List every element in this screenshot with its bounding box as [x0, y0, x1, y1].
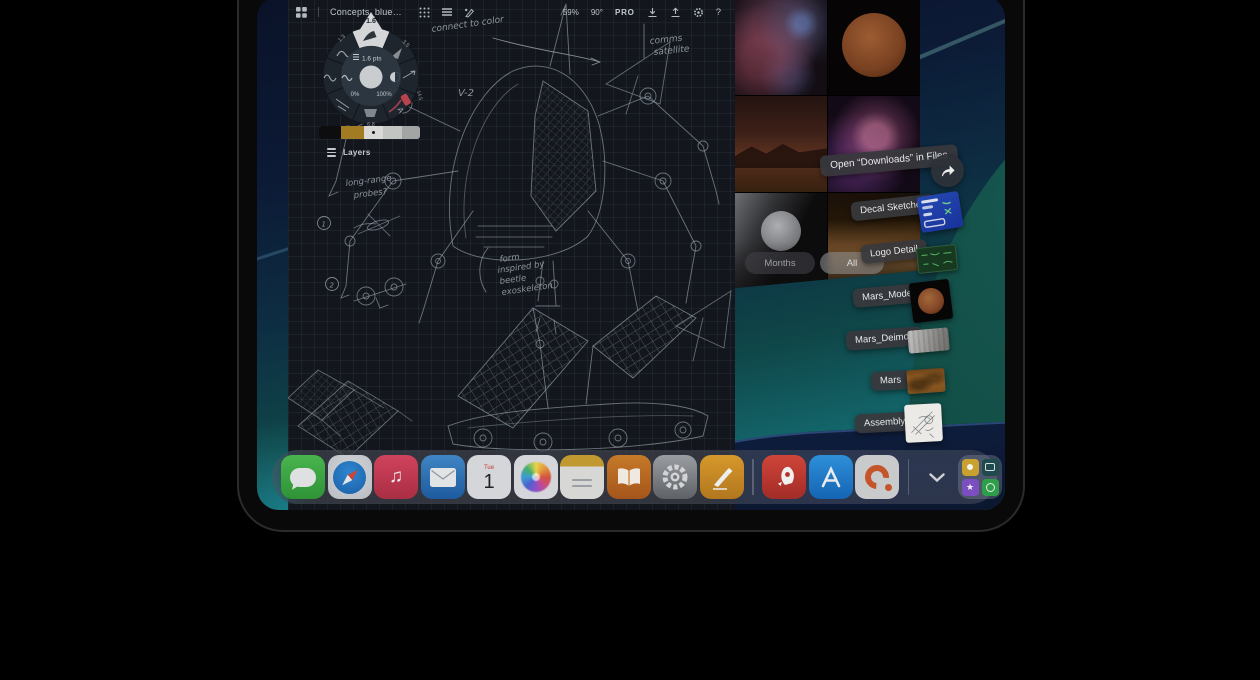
dock-divider [908, 459, 910, 495]
concepts-dot-glyph [885, 484, 892, 491]
app-photos[interactable] [514, 455, 558, 499]
page-background: connect to color V-2 comms satellite lon… [0, 0, 1260, 680]
books-icon [616, 467, 642, 487]
app-music[interactable]: ♫ [374, 455, 418, 499]
tool-size-badge: 1.6 [366, 18, 376, 25]
palette-swatch-white-selected[interactable] [364, 126, 383, 139]
annotation-beetle-1: form [499, 252, 520, 265]
layers-button[interactable]: Layers [327, 148, 371, 157]
app-calendar[interactable]: Tue 1 [467, 455, 511, 499]
app-library-grid: ★ [962, 459, 999, 496]
drag-thumb-mars[interactable] [906, 368, 946, 395]
notes-line-icon [572, 485, 592, 487]
pen-glyph [709, 464, 735, 490]
layers-label: Layers [343, 148, 371, 157]
probe-sketches [354, 214, 406, 308]
annotation-beetle-4: exoskeleton [501, 281, 553, 298]
tool-wheel[interactable]: 1.6 1.3 3.5 A 14.5 6.8 [311, 10, 431, 136]
app-books[interactable] [607, 455, 651, 499]
settings-gear-icon[interactable] [693, 7, 704, 18]
annotation-probes-1: long-range [345, 173, 392, 189]
drag-thumb-decal-sketches[interactable] [916, 191, 963, 233]
mini-camera-icon [982, 459, 999, 476]
mini-star-icon: ★ [962, 479, 979, 496]
messages-bubble-icon [290, 468, 316, 487]
app-concepts[interactable] [855, 455, 899, 499]
palette-swatch-lightgray[interactable] [383, 126, 402, 139]
annotation-probes-2: probes? [352, 187, 388, 201]
app-library[interactable]: ★ [958, 455, 1002, 499]
annotation-beetle-2: inspired by [497, 259, 546, 276]
color-palette-bar[interactable] [319, 126, 420, 139]
drag-thumb-mars-model[interactable] [909, 279, 954, 324]
mini-tips-icon [962, 459, 979, 476]
photos-flower-icon [521, 462, 551, 492]
annotation-beetle-3: beetle [499, 273, 527, 287]
zoom-level[interactable]: 59% [563, 8, 579, 17]
palette-swatch-black[interactable] [319, 126, 341, 139]
drag-thumb-mars-deimos[interactable] [907, 327, 950, 353]
annotation-comms-1: comms [649, 34, 683, 47]
mail-envelope-icon [430, 468, 456, 487]
annotation-version: V-2 [458, 88, 474, 99]
photo-mars-planet[interactable] [828, 0, 920, 95]
dock-divider [752, 459, 754, 495]
concepts-app-window: connect to color V-2 comms satellite lon… [288, 0, 735, 510]
lander-sketch [448, 291, 731, 451]
app-messages[interactable] [281, 455, 325, 499]
app-mail[interactable] [421, 455, 465, 499]
mini-clock-icon [982, 479, 999, 496]
palette-swatch-gray[interactable] [402, 126, 420, 139]
drag-thumb-logo-detail[interactable] [916, 244, 958, 274]
import-icon[interactable] [647, 7, 658, 18]
share-button[interactable] [931, 154, 964, 187]
photo-mars-surface[interactable] [735, 96, 827, 192]
app-settings[interactable] [653, 455, 697, 499]
rotation-angle[interactable]: 90° [591, 8, 603, 17]
settings-gear-glyph [660, 462, 690, 492]
drag-item-label[interactable]: Mars [871, 370, 911, 391]
layers-stack-icon[interactable] [441, 7, 453, 17]
music-note-icon: ♫ [389, 466, 403, 488]
app-notes[interactable] [560, 455, 604, 499]
chevron-down-icon [929, 473, 945, 482]
export-icon[interactable] [670, 7, 681, 18]
max-opacity-label: 100% [376, 92, 392, 98]
rocket-glyph [771, 464, 797, 490]
ipad-device: connect to color V-2 comms satellite lon… [237, 0, 1025, 532]
app-sketch[interactable] [700, 455, 744, 499]
ipad-screen: connect to color V-2 comms satellite lon… [257, 0, 1005, 510]
annotation-marker-1: 1 [322, 221, 326, 229]
forward-arrow-icon [939, 163, 956, 178]
calendar-day: 1 [483, 472, 494, 492]
help-icon[interactable]: ? [716, 7, 721, 18]
notes-line-icon [572, 479, 592, 481]
layers-menu-icon [327, 148, 336, 157]
dock: ♫ Tue 1 [272, 450, 997, 504]
annotation-marker-2: 2 [330, 282, 335, 290]
wheel-knob[interactable] [360, 66, 383, 89]
app-safari[interactable] [328, 455, 372, 499]
stroke-size-label: 1.6 pts [362, 56, 382, 63]
segment-size-tag: 14.5 [415, 90, 423, 101]
photo-horsehead-nebula[interactable] [735, 0, 827, 95]
appstore-a-glyph [818, 465, 844, 489]
safari-compass-icon [333, 461, 366, 494]
min-opacity-label: 0% [351, 92, 360, 98]
app-appstore[interactable] [809, 455, 853, 499]
photo-orion-nebula[interactable] [828, 96, 920, 192]
tab-months[interactable]: Months [745, 252, 815, 274]
app-rocket[interactable] [762, 455, 806, 499]
annotation-comms-2: satellite [653, 44, 690, 58]
drag-thumb-assembly[interactable] [904, 403, 943, 443]
dock-collapse-button[interactable] [922, 462, 952, 492]
pen-tool-icon[interactable] [464, 7, 475, 18]
palette-swatch-gold[interactable] [341, 126, 364, 139]
pro-badge[interactable]: PRO [615, 8, 635, 17]
gallery-icon[interactable] [296, 7, 307, 18]
